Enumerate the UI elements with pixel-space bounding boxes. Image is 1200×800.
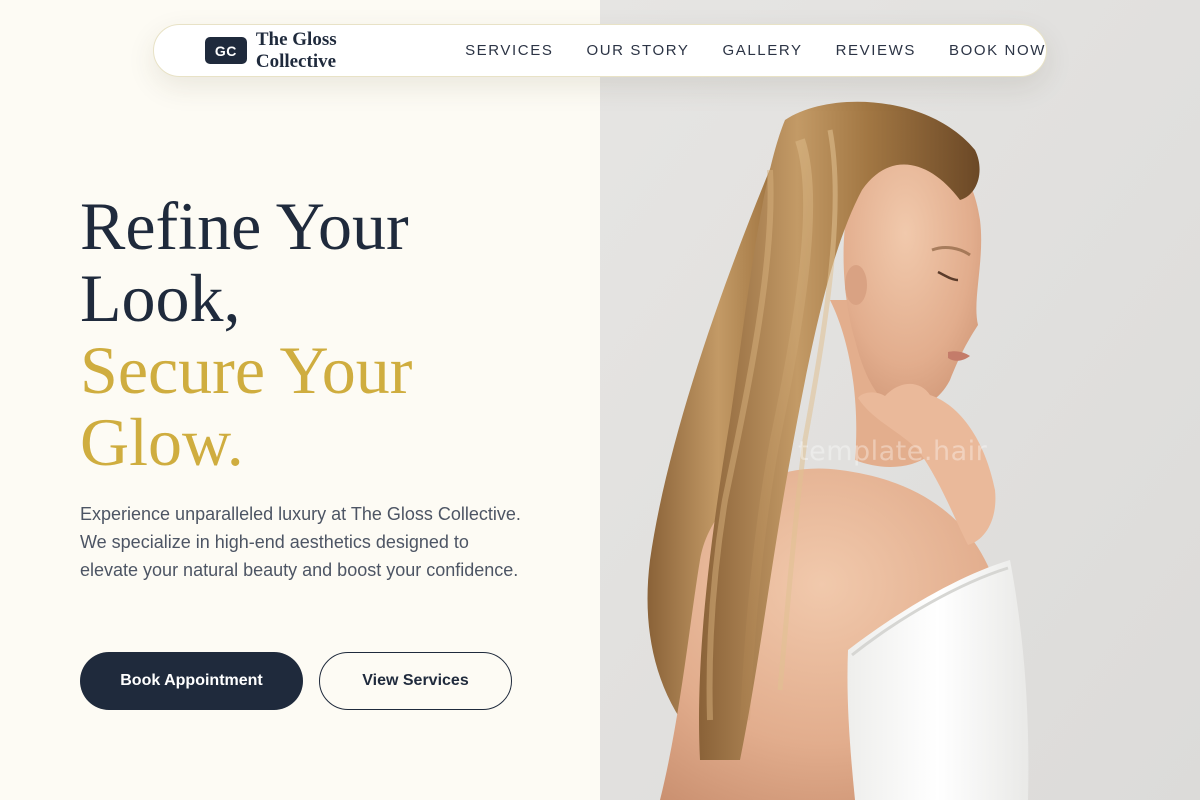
hero-photo-woman-profile bbox=[600, 0, 1200, 800]
hero-title-accent-line-2: Glow. bbox=[80, 404, 244, 480]
hero-title: Refine Your Look, Secure Your Glow. bbox=[80, 190, 560, 478]
nav-link-reviews[interactable]: REVIEWS bbox=[836, 42, 916, 59]
brand-logo-badge: GC bbox=[205, 37, 247, 64]
top-navbar: GC The Gloss Collective SERVICES OUR STO… bbox=[153, 24, 1047, 77]
view-services-button[interactable]: View Services bbox=[319, 652, 512, 710]
hero-title-line-1: Refine Your bbox=[80, 188, 409, 264]
image-watermark: template.hair bbox=[798, 436, 988, 467]
nav-link-gallery[interactable]: GALLERY bbox=[722, 42, 802, 59]
brand[interactable]: GC The Gloss Collective bbox=[205, 29, 417, 73]
book-appointment-button[interactable]: Book Appointment bbox=[80, 652, 303, 710]
hero-title-line-2: Look, bbox=[80, 260, 241, 336]
nav-link-our-story[interactable]: OUR STORY bbox=[586, 42, 689, 59]
nav-link-services[interactable]: SERVICES bbox=[465, 42, 553, 59]
hero-title-accent-line-1: Secure Your bbox=[80, 332, 413, 408]
nav-links: SERVICES OUR STORY GALLERY REVIEWS BOOK … bbox=[465, 42, 1046, 59]
hero-description: Experience unparalleled luxury at The Gl… bbox=[80, 504, 521, 580]
nav-link-book-now[interactable]: BOOK NOW bbox=[949, 42, 1046, 59]
brand-name: The Gloss Collective bbox=[255, 28, 337, 72]
hero-image-panel: template.hair bbox=[600, 0, 1200, 800]
